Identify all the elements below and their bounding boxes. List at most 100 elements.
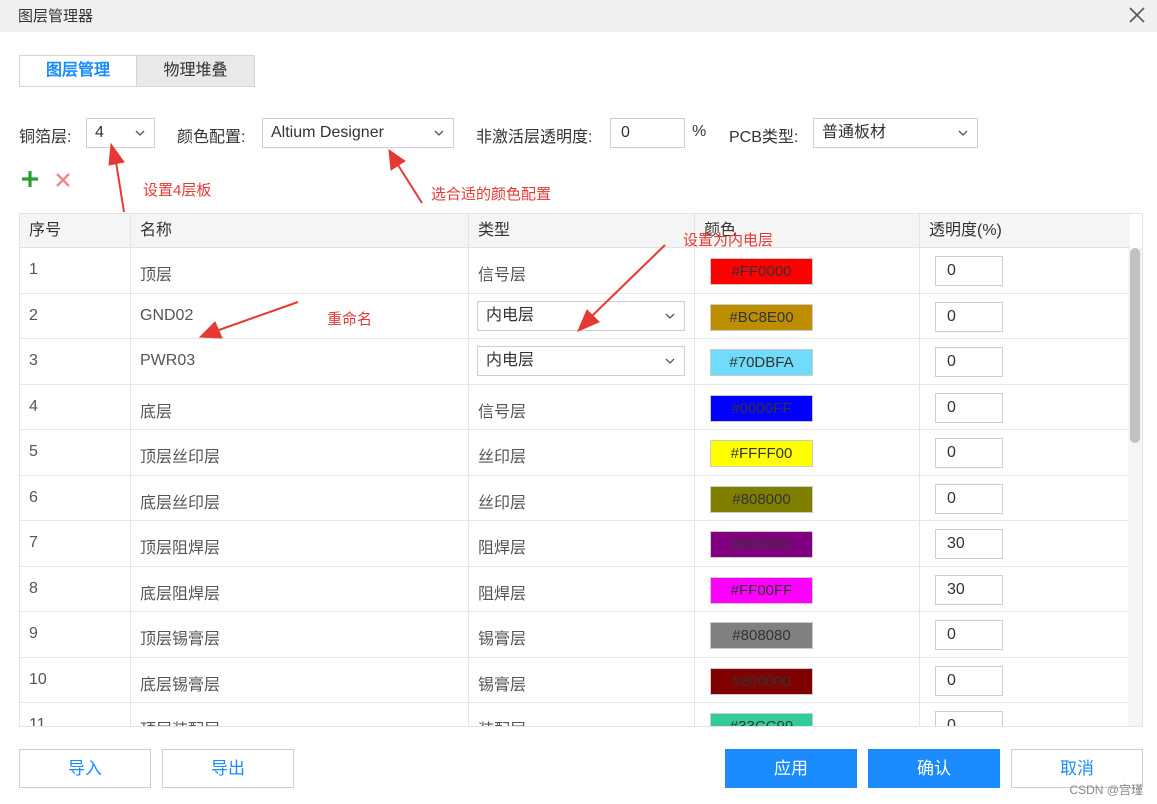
percent-unit: % bbox=[692, 123, 707, 140]
export-button[interactable]: 导出 bbox=[162, 749, 294, 788]
color-swatch[interactable]: #33CC99 bbox=[710, 713, 813, 726]
opacity-input[interactable]: 30 bbox=[935, 574, 1003, 605]
color-swatch[interactable]: #808080 bbox=[710, 622, 813, 649]
cell-opacity: 0 bbox=[920, 339, 1130, 384]
layer-name[interactable]: 顶层锡膏层 bbox=[140, 625, 220, 649]
cell-color: #70DBFA bbox=[695, 339, 920, 384]
cell-index: 1 bbox=[20, 248, 131, 293]
pcb-type-select[interactable]: 普通板材 bbox=[813, 118, 978, 148]
color-swatch[interactable]: #800000 bbox=[710, 667, 813, 695]
layer-type: 阻焊层 bbox=[478, 585, 527, 603]
table-row[interactable]: 5 顶层丝印层 丝印层 #FFFF00 0 bbox=[20, 430, 1130, 476]
cell-name[interactable]: 顶层阻焊层 bbox=[131, 521, 469, 566]
opacity-input[interactable]: 0 bbox=[935, 620, 1003, 650]
layer-index: 7 bbox=[29, 534, 38, 551]
layer-type-select[interactable]: 内电层 bbox=[477, 300, 685, 331]
cell-name[interactable]: 顶层装配层 bbox=[131, 703, 469, 726]
cell-type: 丝印层 bbox=[469, 430, 695, 475]
vertical-scrollbar[interactable] bbox=[1128, 248, 1142, 726]
scrollbar-thumb[interactable] bbox=[1130, 248, 1140, 443]
opacity-input[interactable]: 0 bbox=[935, 711, 1003, 726]
tab-layer-management[interactable]: 图层管理 bbox=[20, 56, 137, 86]
opacity-input[interactable]: 0 bbox=[935, 483, 1003, 514]
layer-name[interactable]: 顶层丝印层 bbox=[140, 443, 220, 467]
cell-name[interactable]: 底层锡膏层 bbox=[131, 657, 469, 703]
tab-physical-stackup[interactable]: 物理堆叠 bbox=[137, 56, 254, 86]
chevron-down-icon bbox=[665, 313, 675, 319]
confirm-button[interactable]: 确认 bbox=[868, 749, 1000, 788]
color-swatch[interactable]: #FF00FF bbox=[710, 576, 813, 604]
layer-name[interactable]: 顶层阻焊层 bbox=[140, 534, 220, 558]
table-row[interactable]: 7 顶层阻焊层 阻焊层 #800080 30 bbox=[20, 521, 1130, 567]
table-row[interactable]: 6 底层丝印层 丝印层 #808000 0 bbox=[20, 475, 1130, 521]
opacity-input[interactable]: 0 bbox=[935, 301, 1003, 332]
column-header-type: 类型 bbox=[469, 214, 695, 248]
color-swatch[interactable]: #FF0000 bbox=[710, 258, 813, 285]
layer-name[interactable]: 顶层 bbox=[140, 261, 172, 285]
cell-type: 内电层 bbox=[469, 339, 695, 384]
table-row[interactable]: 11 顶层装配层 装配层 #33CC99 0 bbox=[20, 703, 1130, 726]
color-swatch[interactable]: #0000FF bbox=[710, 394, 813, 422]
opacity-input[interactable]: 0 bbox=[935, 347, 1003, 377]
layer-name[interactable]: PWR03 bbox=[140, 352, 195, 370]
import-button[interactable]: 导入 bbox=[19, 749, 151, 788]
opacity-input[interactable]: 0 bbox=[935, 256, 1003, 286]
color-swatch[interactable]: #70DBFA bbox=[710, 349, 813, 376]
layer-name[interactable]: 底层锡膏层 bbox=[140, 671, 220, 695]
tab-bar: 图层管理 物理堆叠 bbox=[19, 55, 255, 87]
cell-name[interactable]: 顶层 bbox=[131, 248, 469, 293]
layer-type-value: 内电层 bbox=[486, 352, 535, 369]
cell-color: #33CC99 bbox=[695, 703, 920, 726]
layer-name[interactable]: GND02 bbox=[140, 307, 193, 325]
opacity-input[interactable]: 0 bbox=[935, 665, 1003, 696]
color-swatch[interactable]: #FFFF00 bbox=[710, 440, 813, 467]
table-row[interactable]: 3 PWR03 内电层 #70DBFA 0 bbox=[20, 339, 1130, 385]
layer-type-select[interactable]: 内电层 bbox=[477, 346, 685, 376]
cell-name[interactable]: 底层丝印层 bbox=[131, 475, 469, 521]
inactive-transparency-input[interactable]: 0 bbox=[610, 118, 685, 148]
arrow-to-color-select bbox=[397, 164, 423, 204]
layer-name[interactable]: 底层丝印层 bbox=[140, 489, 220, 513]
layer-name[interactable]: 顶层装配层 bbox=[140, 716, 220, 726]
opacity-input[interactable]: 0 bbox=[935, 438, 1003, 468]
cell-color: #808080 bbox=[695, 612, 920, 657]
table-row[interactable]: 10 底层锡膏层 锡膏层 #800000 0 bbox=[20, 657, 1130, 703]
opacity-input[interactable]: 0 bbox=[935, 392, 1003, 423]
column-header-opacity: 透明度(%) bbox=[929, 222, 1002, 239]
color-swatch[interactable]: #800080 bbox=[710, 531, 813, 558]
copper-layers-label: 铜箔层: bbox=[19, 129, 72, 146]
apply-button[interactable]: 应用 bbox=[725, 749, 857, 788]
table-row[interactable]: 2 GND02 内电层 #BC8E00 0 bbox=[20, 293, 1130, 339]
color-config-label: 颜色配置: bbox=[177, 129, 246, 146]
add-icon[interactable] bbox=[20, 169, 40, 189]
cell-name[interactable]: 顶层丝印层 bbox=[131, 430, 469, 475]
table-row[interactable]: 8 底层阻焊层 阻焊层 #FF00FF 30 bbox=[20, 566, 1130, 612]
layer-type: 丝印层 bbox=[478, 449, 527, 466]
layer-name[interactable]: 底层阻焊层 bbox=[140, 580, 220, 604]
layer-index: 5 bbox=[29, 443, 38, 460]
color-swatch[interactable]: #808000 bbox=[710, 485, 813, 513]
cell-name[interactable]: GND02 bbox=[131, 293, 469, 339]
cell-name[interactable]: 底层阻焊层 bbox=[131, 566, 469, 612]
cell-name[interactable]: 顶层锡膏层 bbox=[131, 612, 469, 657]
cell-name[interactable]: PWR03 bbox=[131, 339, 469, 384]
table-row[interactable]: 9 顶层锡膏层 锡膏层 #808080 0 bbox=[20, 612, 1130, 658]
layer-type: 装配层 bbox=[478, 716, 526, 726]
close-icon[interactable] bbox=[1125, 3, 1149, 27]
table-row[interactable]: 4 底层 信号层 #0000FF 0 bbox=[20, 384, 1130, 430]
opacity-input[interactable]: 30 bbox=[935, 529, 1003, 559]
delete-icon[interactable] bbox=[55, 172, 71, 188]
layer-index: 8 bbox=[29, 579, 38, 597]
table-row[interactable]: 1 顶层 信号层 #FF0000 0 bbox=[20, 248, 1130, 294]
layer-name[interactable]: 底层 bbox=[140, 398, 172, 422]
cell-name[interactable]: 底层 bbox=[131, 384, 469, 430]
cell-index: 4 bbox=[20, 384, 131, 430]
cell-opacity: 0 bbox=[920, 385, 1130, 430]
copper-layers-select[interactable]: 4 bbox=[86, 118, 155, 148]
cell-type: 阻焊层 bbox=[469, 521, 695, 566]
cell-opacity: 0 bbox=[920, 703, 1130, 726]
chevron-down-icon bbox=[434, 130, 444, 136]
color-config-select[interactable]: Altium Designer bbox=[262, 118, 454, 148]
color-swatch[interactable]: #BC8E00 bbox=[710, 303, 813, 331]
annotation-set-inner-power: 设置为内电层 bbox=[683, 232, 774, 249]
